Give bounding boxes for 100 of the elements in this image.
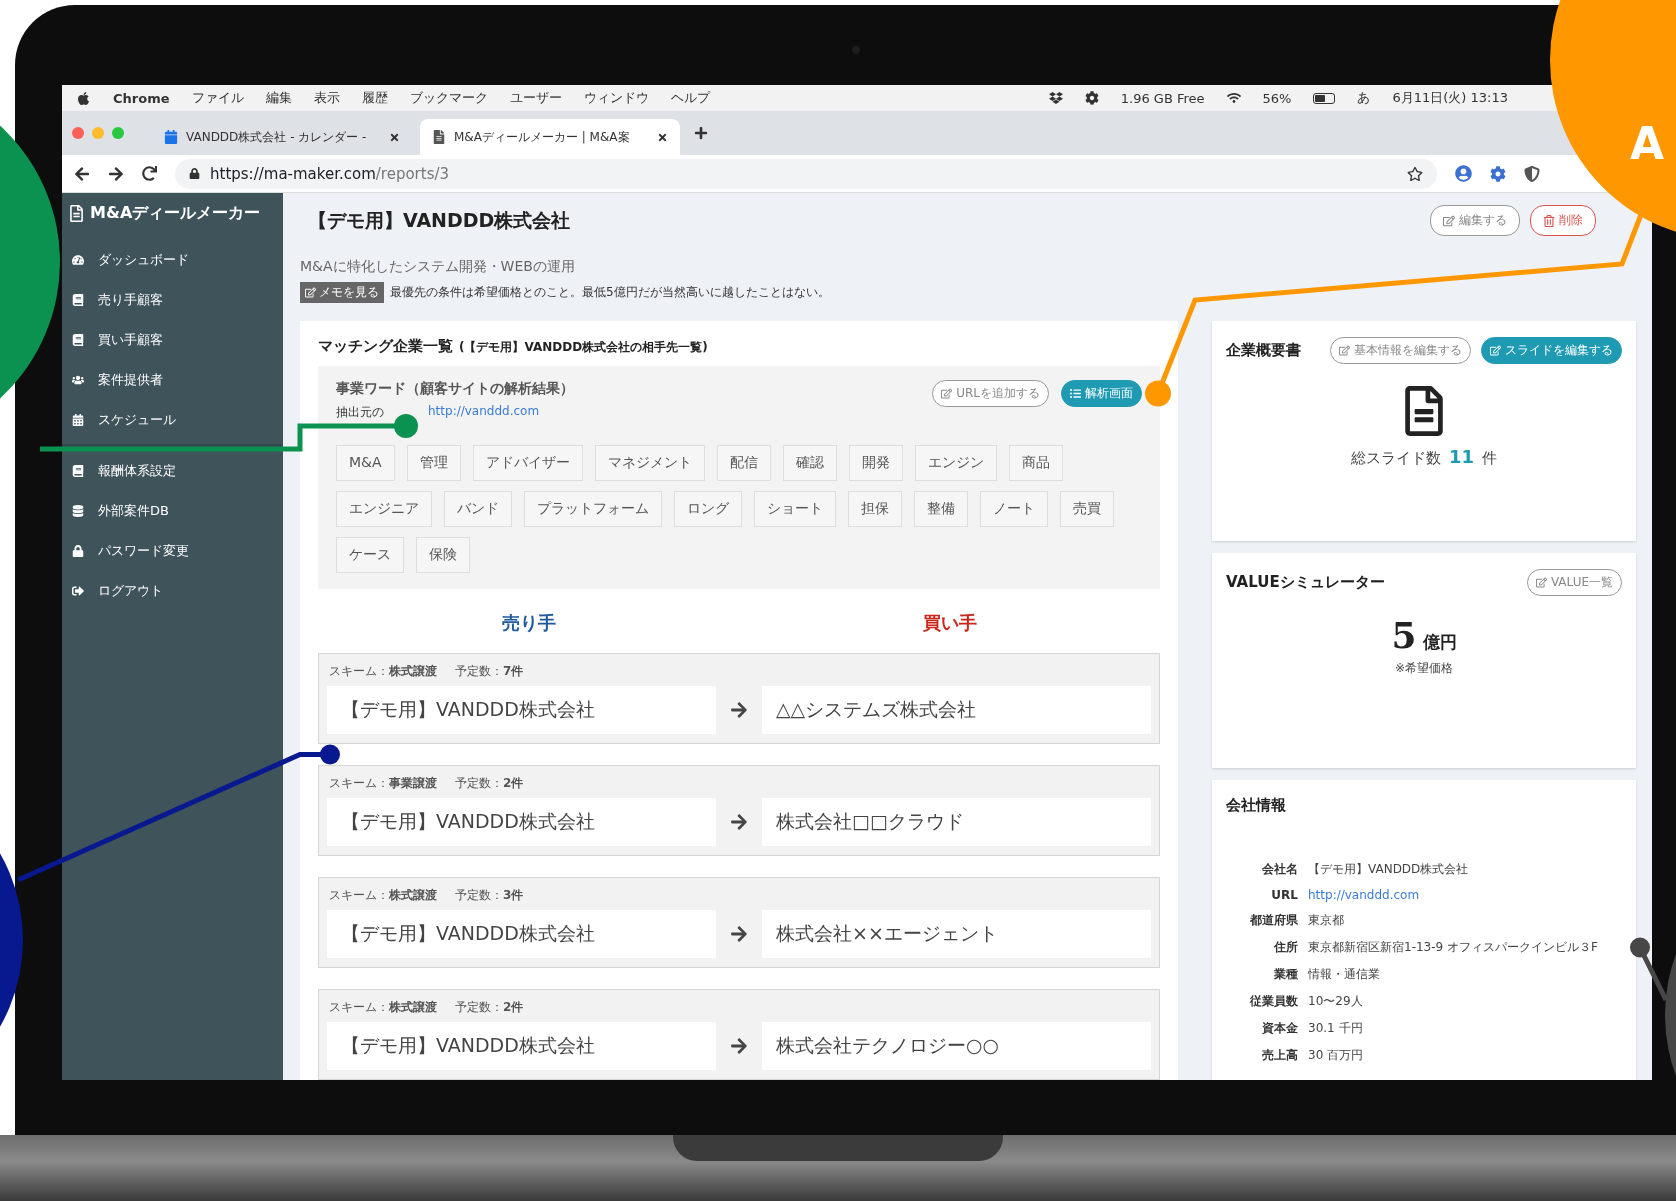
reload-icon[interactable] [142, 166, 157, 181]
keyword-tag: アドバイザー [472, 445, 583, 481]
menu-item[interactable]: 編集 [265, 89, 292, 107]
edit-icon [1443, 214, 1455, 227]
sidebar-item[interactable]: スケジュール [62, 400, 283, 440]
source-link[interactable]: http://vanddd.com [428, 404, 540, 421]
menu-item[interactable]: Chrome [113, 90, 170, 106]
list-icon [1070, 388, 1081, 399]
keyword-heading: 事業ワード（顧客サイトの解析結果） [336, 380, 575, 398]
sidebar-icon [72, 334, 84, 346]
menu-item[interactable]: ウィンドウ [583, 89, 649, 107]
keyword-tag: プラットフォーム [524, 491, 662, 527]
buyer-heading: 買い手 [921, 611, 978, 635]
card-title: VALUEシミュレーター [1226, 573, 1386, 592]
wifi-icon[interactable] [1226, 91, 1241, 105]
star-icon[interactable] [1407, 165, 1423, 182]
menu-item[interactable]: ユーザー [509, 89, 562, 107]
keyword-tag: マネジメント [594, 445, 705, 481]
keyword-tag: ノート [980, 491, 1048, 527]
close-dot[interactable] [72, 127, 84, 139]
company-url-link[interactable]: http://vanddd.com [1308, 888, 1622, 902]
shield-icon[interactable] [1524, 165, 1540, 182]
planned-count: 予定数：3件 [455, 887, 524, 904]
field-value: 30.1 千円 [1308, 1020, 1364, 1037]
field-label: 都道府県 [1249, 912, 1298, 929]
sidebar-item[interactable]: 案件提供者 [62, 360, 283, 400]
buyer-name: 株式会社□□クラウド [762, 798, 1151, 846]
cog-icon[interactable] [1490, 165, 1506, 182]
slide-count-unit: 件 [1482, 449, 1498, 468]
memo-text: 最優先の条件は希望価格とのこと。最低5億円だが当然高いに越したことはない。 [390, 284, 830, 301]
cog-icon[interactable] [1084, 91, 1099, 105]
keyword-tag: 商品 [1008, 445, 1063, 481]
browser-tab[interactable]: M&Aディールメーカー | M&A案 [420, 119, 680, 155]
menu-item[interactable]: ヘルプ [670, 89, 710, 107]
menu-item[interactable]: ファイル [191, 89, 244, 107]
keyword-tag: ショート [754, 491, 836, 527]
source-label: 抽出元の [336, 404, 384, 421]
memory-status: 1.96 GB Free [1120, 90, 1205, 106]
user-icon[interactable] [1455, 165, 1472, 182]
sidebar-item[interactable]: 外部案件DB [62, 491, 283, 531]
document-icon [432, 130, 446, 144]
apple-icon[interactable] [76, 90, 91, 106]
value-list-button[interactable]: VALUE一覧 [1526, 569, 1622, 596]
slide-count-label: 総スライド数 [1350, 449, 1441, 468]
planned-count: 予定数：2件 [455, 999, 524, 1016]
arrow-icon [730, 1037, 748, 1055]
field-value: 情報・通信業 [1308, 966, 1381, 983]
seller-heading: 売り手 [500, 611, 557, 635]
callout-dot [394, 414, 418, 438]
keyword-tag: ケース [336, 537, 404, 573]
seller-name: 【デモ用】VANDDD株式会社 [327, 1022, 716, 1070]
scheme-text: スキーム：事業譲渡 [329, 775, 437, 792]
calendar-icon [164, 130, 178, 144]
field-value: 10〜29人 [1308, 993, 1364, 1010]
sidebar-item[interactable]: 買い手顧客 [62, 320, 283, 360]
sidebar-item[interactable]: ログアウト [62, 571, 283, 611]
menu-item[interactable]: 履歴 [361, 89, 388, 107]
minimize-dot[interactable] [92, 127, 104, 139]
dropbox-icon[interactable] [1048, 91, 1063, 105]
keyword-tag: エンジン [914, 445, 997, 481]
edit-info-button[interactable]: 基本情報を編集する [1330, 337, 1471, 364]
slide-count: 11 [1448, 446, 1475, 467]
browser-tab[interactable]: VANDDD株式会社 - カレンダー - [152, 119, 412, 155]
zoom-dot[interactable] [112, 127, 124, 139]
company-description: M&Aに特化したシステム開発・WEBの運用 [300, 258, 576, 276]
memo-button[interactable]: メモを見る [300, 282, 384, 303]
close-icon[interactable] [657, 131, 668, 143]
input-method[interactable]: あ [1357, 89, 1371, 107]
sidebar-item[interactable]: 売り手顧客 [62, 280, 283, 320]
keyword-tag: 配信 [716, 445, 771, 481]
field-label: 売上高 [1261, 1047, 1298, 1064]
sidebar-icon [72, 545, 84, 557]
keyword-tag: 保険 [416, 537, 470, 573]
app-brand[interactable]: M&Aディールメーカー [90, 203, 261, 224]
menu-item[interactable]: ブックマーク [409, 89, 488, 107]
callout-dot [1630, 937, 1650, 958]
trash-icon [1543, 214, 1555, 227]
new-tab-icon[interactable] [694, 126, 708, 140]
edit-button[interactable]: 編集する [1430, 205, 1520, 236]
sidebar-item[interactable]: ダッシュボード [62, 240, 283, 280]
field-label: 資本金 [1261, 1020, 1298, 1037]
keyword-tag: バンド [444, 491, 512, 527]
back-icon[interactable] [74, 165, 90, 182]
sidebar-item[interactable]: パスワード変更 [62, 531, 283, 571]
edit-icon [305, 287, 316, 298]
close-icon[interactable] [389, 131, 400, 143]
sidebar-item[interactable]: 報酬体系設定 [62, 451, 283, 491]
seller-name: 【デモ用】VANDDD株式会社 [327, 686, 716, 734]
callout-text: A [1630, 118, 1665, 169]
seller-name: 【デモ用】VANDDD株式会社 [327, 910, 716, 958]
delete-button[interactable]: 削除 [1530, 205, 1596, 236]
card-subtitle: (【デモ用】VANDDD株式会社の相手先一覧) [459, 339, 708, 356]
arrow-icon [730, 925, 748, 943]
add-url-button[interactable]: URLを追加する [932, 380, 1049, 407]
menu-item[interactable]: 表示 [313, 89, 340, 107]
battery-icon[interactable] [1313, 92, 1336, 104]
card-title: 会社情報 [1226, 796, 1287, 816]
logo-icon[interactable] [68, 205, 85, 222]
forward-icon[interactable] [108, 165, 124, 182]
address-field[interactable]: https://ma-maker.com/reports/3 [175, 158, 1437, 189]
